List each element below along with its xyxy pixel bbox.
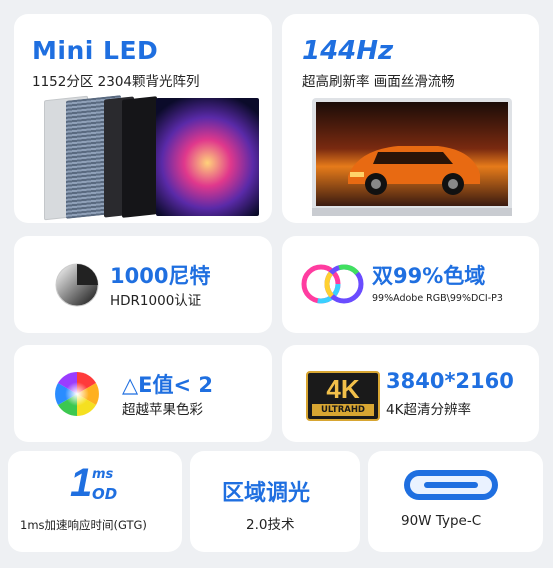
1ms-logo-ms: ms <box>92 467 114 482</box>
miniled-card: Mini LED 1152分区 2304颗背光阵列 <box>14 14 272 223</box>
refresh-title: 144Hz <box>302 36 394 66</box>
brightness-subtitle: HDR1000认证 <box>110 293 202 309</box>
delta-e-subtitle: 超越苹果色彩 <box>122 402 203 418</box>
dimming-subtitle: 2.0技术 <box>246 517 295 533</box>
resolution-subtitle: 4K超清分辨率 <box>386 402 471 418</box>
resolution-card: 4K ULTRAHD 3840*2160 4K超清分辨率 <box>282 345 539 442</box>
miniled-subtitle: 1152分区 2304颗背光阵列 <box>32 74 200 90</box>
gamut-subtitle: 99%Adobe RGB\99%DCI-P3 <box>372 293 503 304</box>
monitor-screen <box>316 102 508 206</box>
brightness-card: 1000尼特 HDR1000认证 <box>14 236 272 333</box>
miniled-layers-illustration <box>44 95 259 221</box>
monitor-base <box>312 208 512 216</box>
dimming-title: 区域调光 <box>222 481 311 506</box>
brightness-title: 1000尼特 <box>110 264 211 288</box>
miniled-title: Mini LED <box>32 36 159 65</box>
response-card: 1 ms OD 1ms加速响应时间(GTG) <box>8 451 182 552</box>
gamut-title: 双99%色域 <box>372 264 486 288</box>
race-car-image <box>348 146 480 195</box>
4k-badge-sub: ULTRAHD <box>312 404 374 416</box>
brightness-icon <box>55 263 99 307</box>
refresh-subtitle: 超高刷新率 画面丝滑流畅 <box>302 74 455 90</box>
4k-badge-main: 4K <box>326 374 360 404</box>
usb-c-port-icon <box>404 470 498 500</box>
lcd-layer <box>122 96 157 218</box>
resolution-title: 3840*2160 <box>386 369 514 393</box>
display-image-nebula <box>156 98 259 216</box>
refresh-card: 144Hz 超高刷新率 画面丝滑流畅 <box>282 14 539 223</box>
usbc-card: 90W Type-C <box>368 451 543 552</box>
1ms-logo-digit: 1 <box>70 461 93 505</box>
color-wheel-icon <box>55 372 99 416</box>
color-rings-icon <box>301 264 364 304</box>
delta-e-card: △E值< 2 超越苹果色彩 <box>14 345 272 442</box>
gamut-card: 双99%色域 99%Adobe RGB\99%DCI-P3 <box>282 236 539 333</box>
monitor-illustration <box>312 98 512 216</box>
usbc-subtitle: 90W Type-C <box>401 513 482 529</box>
delta-e-title: △E值< 2 <box>122 373 214 397</box>
dimming-card: 区域调光 2.0技术 <box>190 451 360 552</box>
1ms-logo-od: OD <box>92 485 118 503</box>
4k-ultrahd-badge: 4K ULTRAHD <box>306 371 380 421</box>
1ms-od-logo: 1 ms OD <box>70 461 130 513</box>
response-subtitle: 1ms加速响应时间(GTG) <box>20 518 147 532</box>
